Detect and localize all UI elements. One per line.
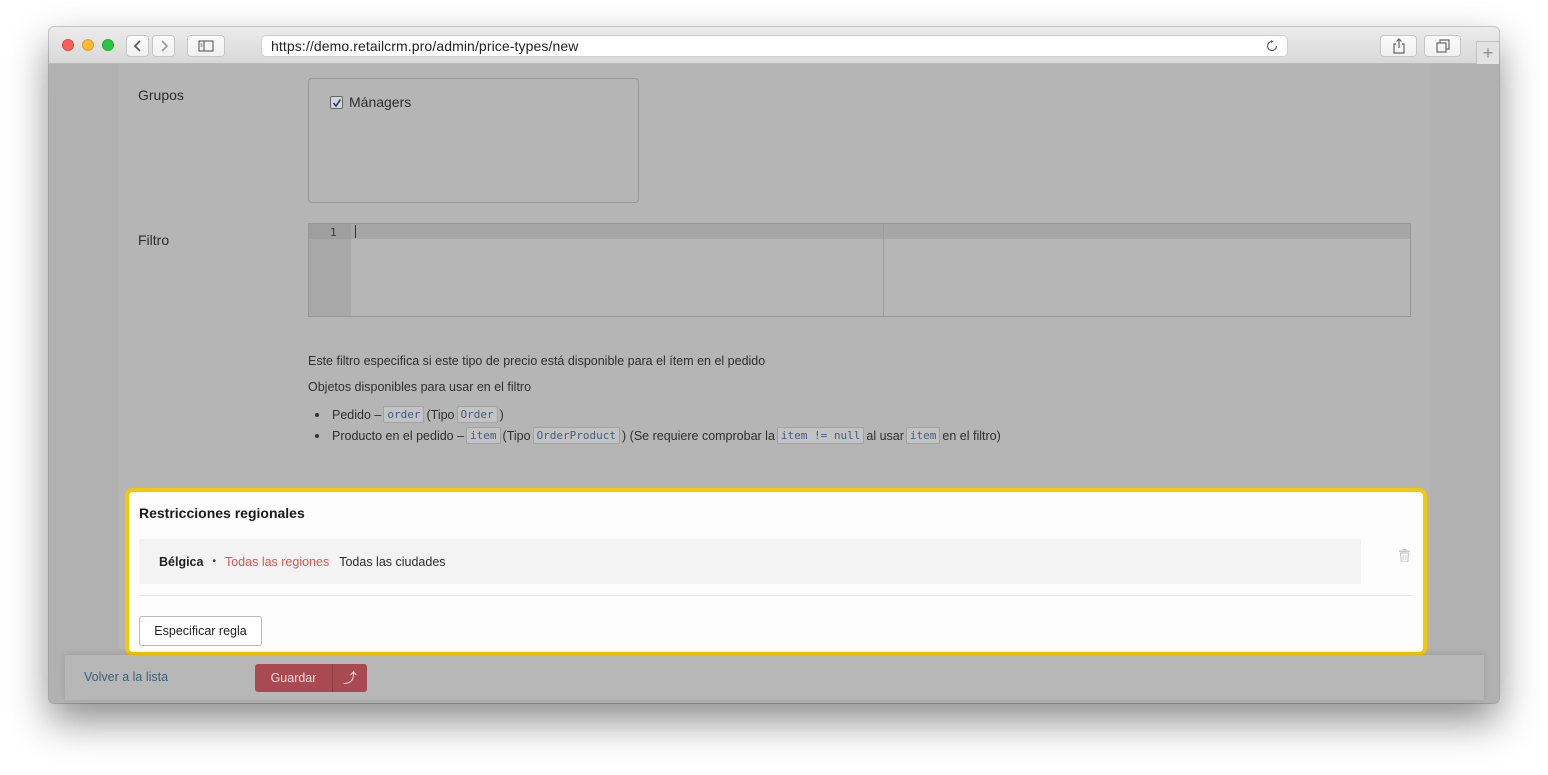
plus-icon: +	[1482, 42, 1494, 63]
filter-label: Filtro	[138, 232, 170, 248]
rule-country: Bélgica	[159, 554, 204, 569]
object-item-order: Pedido – order (Tipo Order )	[315, 406, 504, 423]
save-arrow-icon: ⤴	[343, 670, 357, 686]
chevron-left-icon	[133, 40, 141, 52]
minimize-window-button[interactable]	[82, 39, 94, 51]
code-item-usage: item	[905, 427, 941, 444]
code-orderproduct-type: OrderProduct	[532, 427, 621, 444]
group-option-label[interactable]: Mánagers	[349, 94, 411, 110]
share-button[interactable]	[1380, 35, 1417, 57]
groups-label: Grupos	[138, 87, 184, 103]
bullet	[315, 412, 319, 417]
line-number: 1	[330, 226, 337, 239]
code-item-null-check: item != null	[776, 427, 865, 444]
rule-regions-link[interactable]: Todas las regiones	[225, 555, 329, 569]
rule-separator: •	[212, 556, 216, 567]
new-tab-button[interactable]: +	[1476, 41, 1499, 64]
regional-restrictions-section: Restricciones regionales Bélgica • Todas…	[125, 488, 1427, 656]
section-title: Restricciones regionales	[139, 505, 305, 521]
section-divider	[139, 595, 1411, 596]
sidebar-toggle-button[interactable]	[187, 35, 225, 57]
rule-cities: Todas las ciudades	[339, 554, 446, 569]
form-footer-bar: Volver a la lista Guardar ⤴	[65, 655, 1484, 700]
objects-help-text: Objetos disponibles para usar en el filt…	[308, 380, 532, 394]
tabs-icon	[1435, 39, 1450, 53]
bullet	[315, 433, 319, 438]
code-item: item	[466, 427, 501, 444]
share-icon	[1392, 38, 1405, 54]
checkmark-icon	[332, 98, 341, 107]
specify-rule-button[interactable]: Especificar regla	[139, 616, 262, 646]
print-margin	[883, 224, 884, 316]
object-item-product: Producto en el pedido – item (Tipo Order…	[315, 427, 1001, 444]
code-order: order	[383, 406, 425, 423]
close-window-button[interactable]	[62, 39, 74, 51]
zoom-window-button[interactable]	[102, 39, 114, 51]
text-caret	[355, 225, 356, 238]
group-checkbox[interactable]	[330, 96, 343, 109]
browser-toolbar: https://demo.retailcrm.pro/admin/price-t…	[49, 27, 1499, 64]
region-rule-row[interactable]: Bélgica • Todas las regiones Todas las c…	[139, 539, 1361, 584]
active-line	[309, 224, 1410, 239]
sidebar-icon	[198, 40, 214, 52]
tabs-overview-button[interactable]	[1424, 35, 1461, 57]
groups-list: Mánagers	[308, 78, 639, 203]
save-and-exit-button[interactable]: ⤴	[332, 664, 367, 692]
address-bar[interactable]: https://demo.retailcrm.pro/admin/price-t…	[261, 35, 1288, 57]
browser-window: https://demo.retailcrm.pro/admin/price-t…	[49, 27, 1499, 703]
reload-icon[interactable]	[1265, 39, 1279, 53]
page-viewport: Grupos Mánagers Filtro 1 Este filtro esp…	[49, 64, 1499, 703]
save-button[interactable]: Guardar	[255, 664, 332, 692]
filter-help-text: Este filtro especifica si este tipo de p…	[308, 354, 766, 368]
back-to-list-link[interactable]: Volver a la lista	[84, 670, 168, 684]
trash-icon[interactable]	[1399, 549, 1410, 562]
filter-code-editor[interactable]: 1	[308, 223, 1411, 317]
code-order-type: Order	[456, 406, 498, 423]
back-button[interactable]	[126, 35, 149, 57]
url-text: https://demo.retailcrm.pro/admin/price-t…	[271, 38, 579, 54]
forward-button[interactable]	[152, 35, 175, 57]
chevron-right-icon	[160, 40, 168, 52]
